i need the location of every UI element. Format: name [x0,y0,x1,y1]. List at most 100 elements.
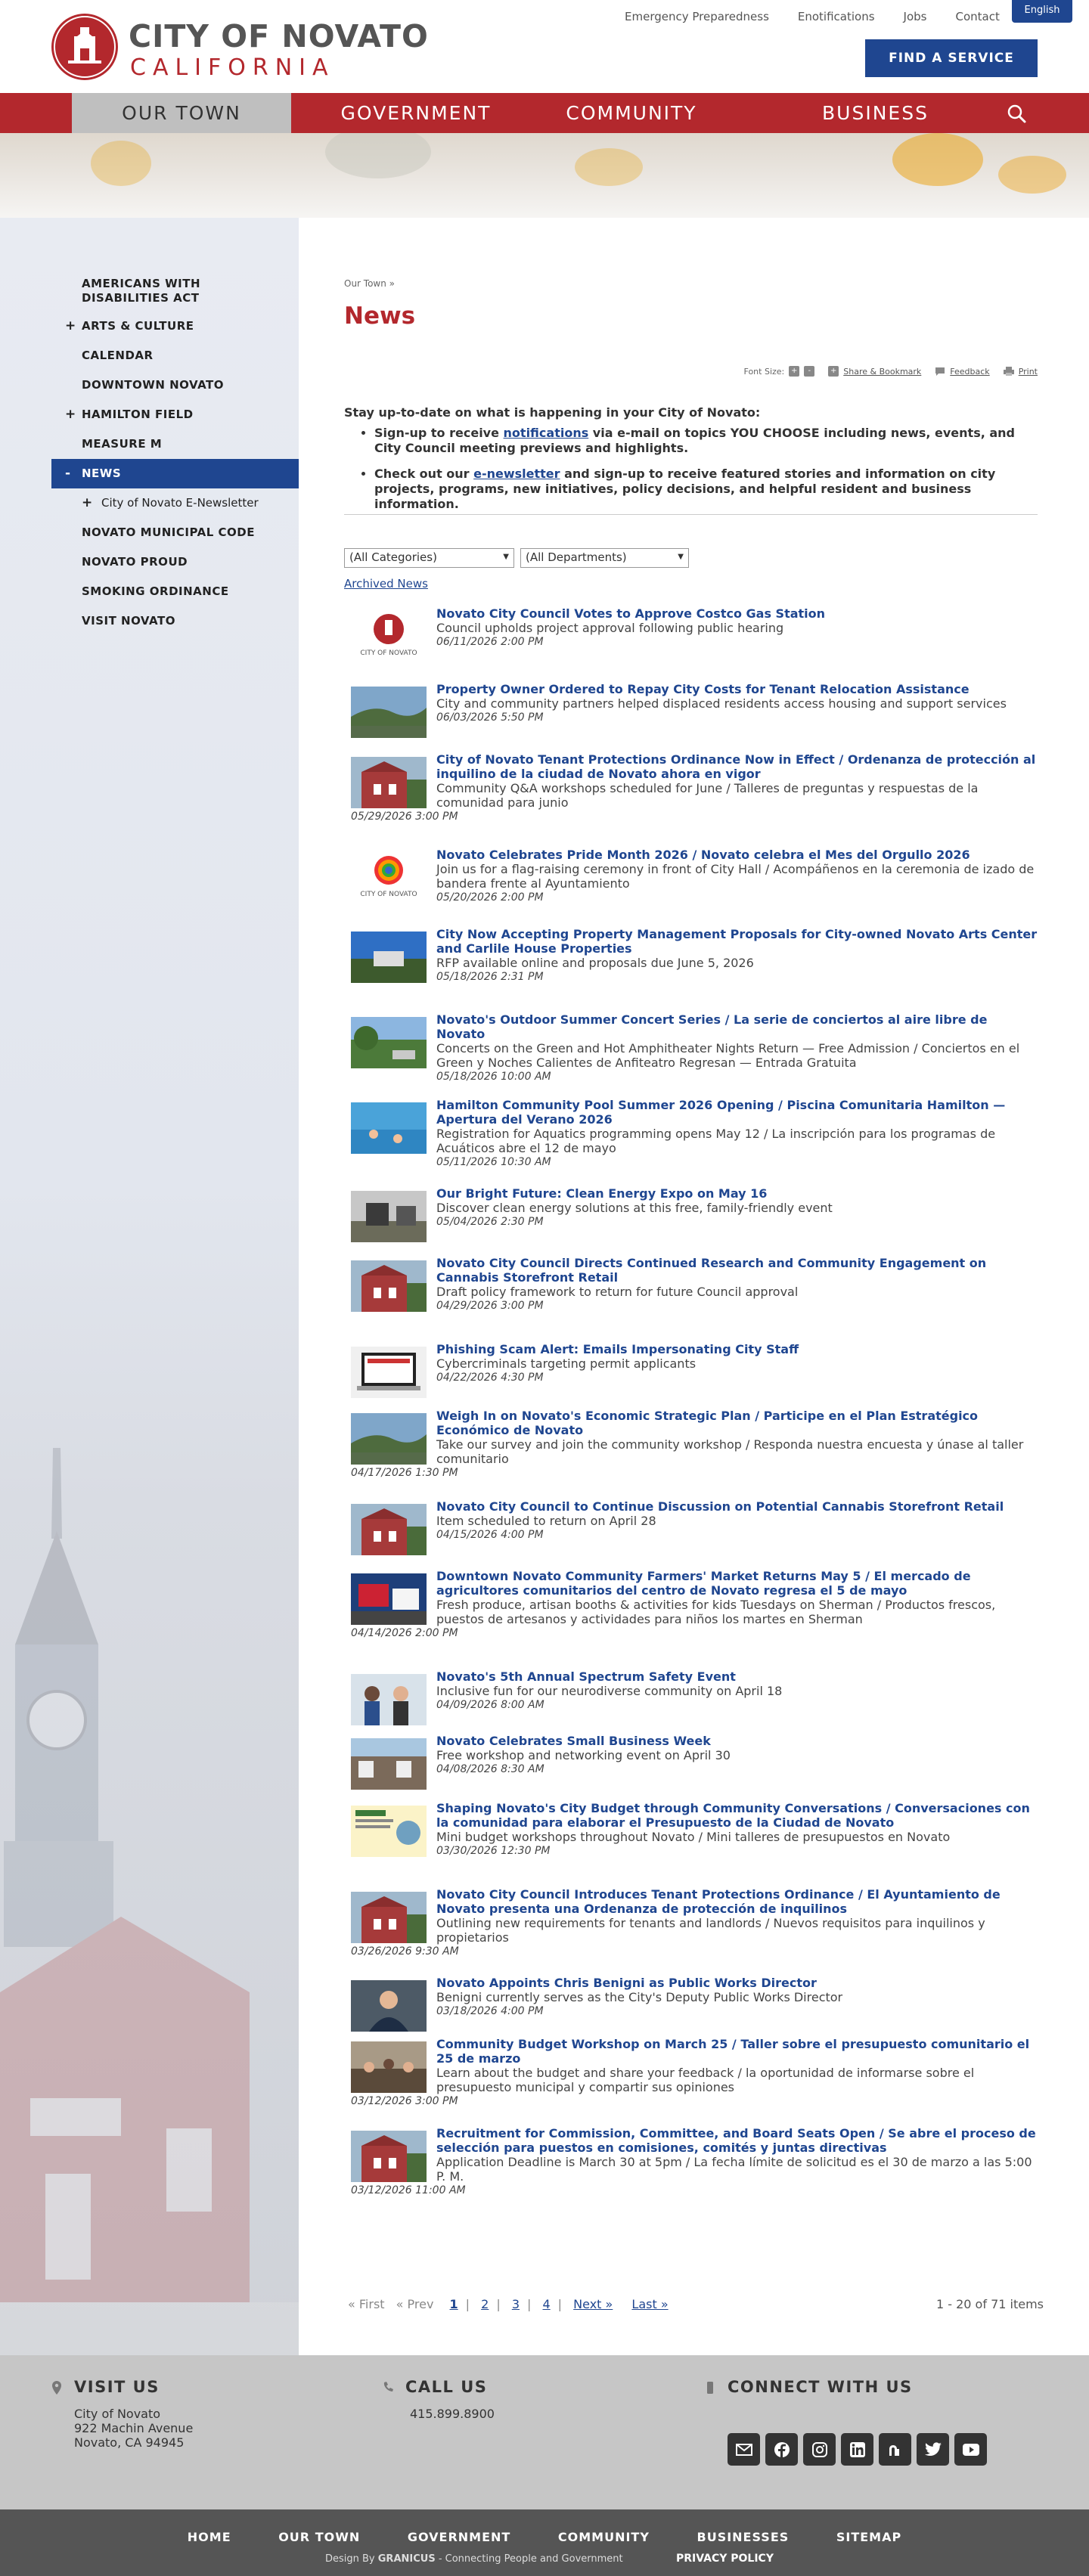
e-newsletter-link[interactable]: e-newsletter [473,467,560,481]
sidebar-item-ada[interactable]: AMERICANS WITH DISABILITIES ACT [51,271,299,312]
expand-icon[interactable]: + [65,319,76,333]
news-title-link[interactable]: City of Novato Tenant Protections Ordina… [436,752,1039,781]
notifications-link[interactable]: notifications [504,426,589,440]
news-thumbnail-image[interactable]: CITY OF NOVATO [351,611,427,662]
expand-icon[interactable]: + [82,496,92,510]
nav-tab-government[interactable]: GOVERNMENT [310,93,522,133]
news-thumbnail-image[interactable] [351,687,427,738]
linkedin-icon[interactable] [841,2433,873,2466]
sidebar-item-visit-novato[interactable]: VISIT NOVATO [51,606,299,636]
sidebar-item-calendar[interactable]: CALENDAR [51,341,299,370]
facebook-icon[interactable] [765,2433,798,2466]
font-increase-button[interactable]: + [789,366,800,377]
pager-next[interactable]: Next » [573,2297,613,2311]
news-thumbnail-image[interactable] [351,1892,427,1943]
nav-tab-our-town[interactable]: OUR TOWN [72,93,291,133]
twitter-icon[interactable] [917,2433,949,2466]
utility-link-jobs[interactable]: Jobs [904,10,927,23]
news-thumbnail-image[interactable] [351,757,427,808]
nav-tab-community[interactable]: COMMUNITY [522,93,741,133]
sidebar-item-novato-proud[interactable]: NOVATO PROUD [51,547,299,577]
print-link[interactable]: Print [1019,367,1038,377]
news-thumbnail-image[interactable] [351,1017,427,1068]
news-title-link[interactable]: Novato's 5th Annual Spectrum Safety Even… [436,1669,1039,1684]
search-icon[interactable] [1006,103,1027,124]
news-thumbnail-image[interactable] [351,1674,427,1725]
share-bookmark-link[interactable]: Share & Bookmark [843,367,921,377]
footer-link-home[interactable]: HOME [188,2530,231,2544]
news-title-link[interactable]: Weigh In on Novato's Economic Strategic … [436,1409,1039,1437]
font-decrease-button[interactable]: - [804,366,815,377]
news-title-link[interactable]: Our Bright Future: Clean Energy Expo on … [436,1186,1039,1201]
sidebar-item-news[interactable]: - NEWS [51,459,299,488]
sidebar-item-downtown[interactable]: DOWNTOWN NOVATO [51,370,299,400]
news-title-link[interactable]: Novato Celebrates Small Business Week [436,1734,1039,1748]
instagram-icon[interactable] [803,2433,836,2466]
news-thumbnail-image[interactable] [351,1980,427,2032]
utility-link-emergency[interactable]: Emergency Preparedness [625,10,769,23]
news-thumbnail-image[interactable]: CITY OF NOVATO [351,852,427,904]
pager-last[interactable]: Last » [631,2297,668,2311]
email-icon[interactable] [728,2433,760,2466]
archived-news-link[interactable]: Archived News [344,577,428,591]
department-filter-select[interactable]: (All Departments) ▼ [520,548,689,568]
feedback-link[interactable]: Feedback [950,367,989,377]
youtube-icon[interactable] [954,2433,987,2466]
granicus-link[interactable]: GRANICUS [378,2553,436,2565]
sidebar-item-arts-culture[interactable]: + ARTS & CULTURE [51,312,299,341]
sidebar-item-enewsletter[interactable]: + City of Novato E-Newsletter [51,488,299,518]
utility-link-enotifications[interactable]: Enotifications [798,10,875,23]
news-thumbnail-image[interactable] [351,1191,427,1242]
footer-link-sitemap[interactable]: SITEMAP [836,2530,901,2544]
news-thumbnail-image[interactable] [351,1260,427,1312]
sidebar-item-hamilton[interactable]: + HAMILTON FIELD [51,400,299,429]
utility-link-contact[interactable]: Contact [955,10,999,23]
news-thumbnail-image[interactable] [351,2131,427,2182]
breadcrumb[interactable]: Our Town » [344,278,395,289]
language-button[interactable]: English [1012,0,1072,23]
city-logo[interactable]: CITY OF NOVATO CALIFORNIA [51,14,428,82]
footer-link-government[interactable]: GOVERNMENT [408,2530,510,2544]
news-title-link[interactable]: Phishing Scam Alert: Emails Impersonatin… [436,1342,1039,1356]
news-title-link[interactable]: Novato Celebrates Pride Month 2026 / Nov… [436,848,1039,862]
category-filter-select[interactable]: (All Categories) ▼ [344,548,514,568]
news-thumbnail-image[interactable] [351,932,427,983]
news-title-link[interactable]: Novato City Council Votes to Approve Cos… [436,606,1039,621]
find-a-service-button[interactable]: FIND A SERVICE [865,39,1038,77]
footer-link-businesses[interactable]: BUSINESSES [697,2530,790,2544]
footer-link-community[interactable]: COMMUNITY [558,2530,650,2544]
news-thumbnail-image[interactable] [351,1413,427,1465]
news-title-link[interactable]: Property Owner Ordered to Repay City Cos… [436,682,1039,696]
pager-prev[interactable]: « Prev [396,2297,434,2311]
collapse-icon[interactable]: - [65,467,71,481]
pager-page[interactable]: 4 [542,2297,550,2311]
footer-link-our-town[interactable]: OUR TOWN [278,2530,360,2544]
nav-tab-business[interactable]: BUSINESS [771,93,979,133]
pager-page[interactable]: 3 [512,2297,520,2311]
sidebar-item-measure-m[interactable]: MEASURE M [51,429,299,459]
news-title-link[interactable]: Novato City Council Introduces Tenant Pr… [436,1887,1039,1916]
news-title-link[interactable]: Novato City Council Directs Continued Re… [436,1256,1039,1285]
news-thumbnail-image[interactable] [351,1738,427,1790]
news-thumbnail-image[interactable] [351,1806,427,1857]
expand-icon[interactable]: + [65,408,76,422]
news-title-link[interactable]: Downtown Novato Community Farmers' Marke… [436,1569,1039,1598]
privacy-policy-link[interactable]: PRIVACY POLICY [676,2553,774,2565]
pager-first[interactable]: « First [348,2297,385,2311]
news-title-link[interactable]: Novato City Council to Continue Discussi… [436,1499,1039,1514]
news-title-link[interactable]: Recruitment for Commission, Committee, a… [436,2126,1039,2155]
news-title-link[interactable]: Hamilton Community Pool Summer 2026 Open… [436,1098,1039,1127]
pager-page[interactable]: 2 [481,2297,489,2311]
news-thumbnail-image[interactable] [351,1347,427,1398]
nextdoor-icon[interactable] [879,2433,911,2466]
sidebar-item-smoking-ordinance[interactable]: SMOKING ORDINANCE [51,577,299,606]
news-thumbnail-image[interactable] [351,1573,427,1625]
news-title-link[interactable]: Novato Appoints Chris Benigni as Public … [436,1976,1039,1990]
phone-number[interactable]: 415.899.8900 [410,2407,495,2421]
news-title-link[interactable]: Novato's Outdoor Summer Concert Series /… [436,1012,1039,1041]
news-thumbnail-image[interactable] [351,1102,427,1154]
sidebar-item-municipal-code[interactable]: NOVATO MUNICIPAL CODE [51,518,299,547]
news-thumbnail-image[interactable] [351,1504,427,1555]
news-thumbnail-image[interactable] [351,2041,427,2093]
news-title-link[interactable]: Community Budget Workshop on March 25 / … [436,2037,1039,2066]
